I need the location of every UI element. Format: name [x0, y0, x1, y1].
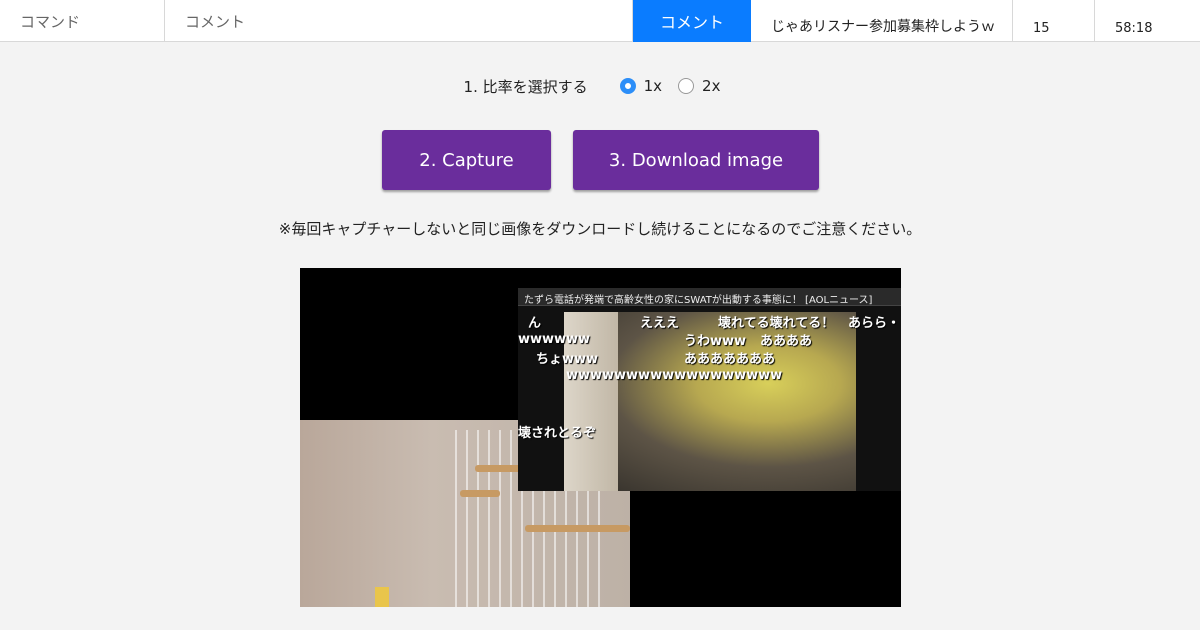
news-ticker-bar: たずら電話が発端で高齢女性の家にSWATが出動する事態に！ [AOLニュース] — [518, 288, 901, 306]
news-ticker-text: たずら電話が発端で高齢女性の家にSWATが出動する事態に！ [AOLニュース] — [524, 295, 873, 306]
capture-button[interactable]: 2. Capture — [382, 130, 551, 190]
overlay-comment: あらら・ — [848, 316, 901, 331]
ratio-label: 1. 比率を選択する — [463, 77, 588, 96]
captured-image-preview: たずら電話が発端で高齢女性の家にSWATが出動する事態に！ [AOLニュース] … — [300, 268, 901, 607]
latest-comment: じゃあリスナー参加募集枠しようｗ — [751, 0, 1013, 42]
bottle-image — [375, 587, 389, 607]
overlay-comment: うわwww — [684, 334, 747, 349]
overlay-comment: wwwwwwwwwwwwwwwwww — [566, 368, 783, 383]
ratio-option-label: 1x — [643, 77, 663, 95]
perch-image — [525, 525, 630, 532]
overlay-comment: 壊されとるぞ — [518, 426, 597, 441]
download-image-button[interactable]: 3. Download image — [573, 130, 819, 190]
radio-checked-icon[interactable] — [619, 78, 636, 94]
capture-button-label: 2. Capture — [419, 149, 514, 171]
stream-screenshot: たずら電話が発端で高齢女性の家にSWATが出動する事態に！ [AOLニュース] — [518, 288, 901, 491]
capture-notice: ※毎回キャプチャーしないと同じ画像をダウンロードし続けることになるのでご注意くだ… — [278, 220, 922, 238]
latest-comment-text: じゃあリスナー参加募集枠しようｗ — [771, 19, 995, 35]
ratio-option-label: 2x — [702, 77, 721, 95]
comment-count-value: 15 — [1033, 21, 1050, 36]
ratio-option-2x[interactable]: 2x — [678, 77, 720, 95]
overlay-comment: あああああああ — [684, 352, 776, 367]
command-input[interactable]: コマンド — [0, 0, 165, 42]
elapsed-time-value: 58:18 — [1115, 21, 1153, 36]
comment-count: 15 — [1013, 0, 1095, 42]
command-placeholder: コマンド — [20, 12, 81, 31]
overlay-comment: ちょwww — [536, 352, 599, 367]
overlay-comment: ああああ — [760, 334, 813, 349]
download-button-label: 3. Download image — [608, 149, 784, 171]
elapsed-time: 58:18 — [1095, 0, 1200, 42]
comment-submit-label: コメント — [659, 13, 724, 32]
radio-unchecked-icon[interactable] — [678, 78, 695, 94]
overlay-comment: wwwwww — [518, 332, 591, 347]
overlay-comment: えええ — [640, 316, 680, 331]
perch-image — [460, 490, 500, 497]
ratio-selector: 1. 比率を選択する 1x 2x — [0, 74, 1200, 98]
comment-placeholder: コメント — [185, 12, 246, 31]
comment-bar: コマンド コメント コメント じゃあリスナー参加募集枠しようｗ 15 58:18 — [0, 0, 1200, 42]
comment-submit-button[interactable]: コメント — [633, 0, 751, 42]
comment-input[interactable]: コメント — [165, 0, 633, 42]
overlay-comment: 壊れてる壊れてる！ — [718, 316, 835, 331]
overlay-comment: ん — [528, 316, 542, 331]
ratio-option-1x[interactable]: 1x — [619, 77, 663, 95]
